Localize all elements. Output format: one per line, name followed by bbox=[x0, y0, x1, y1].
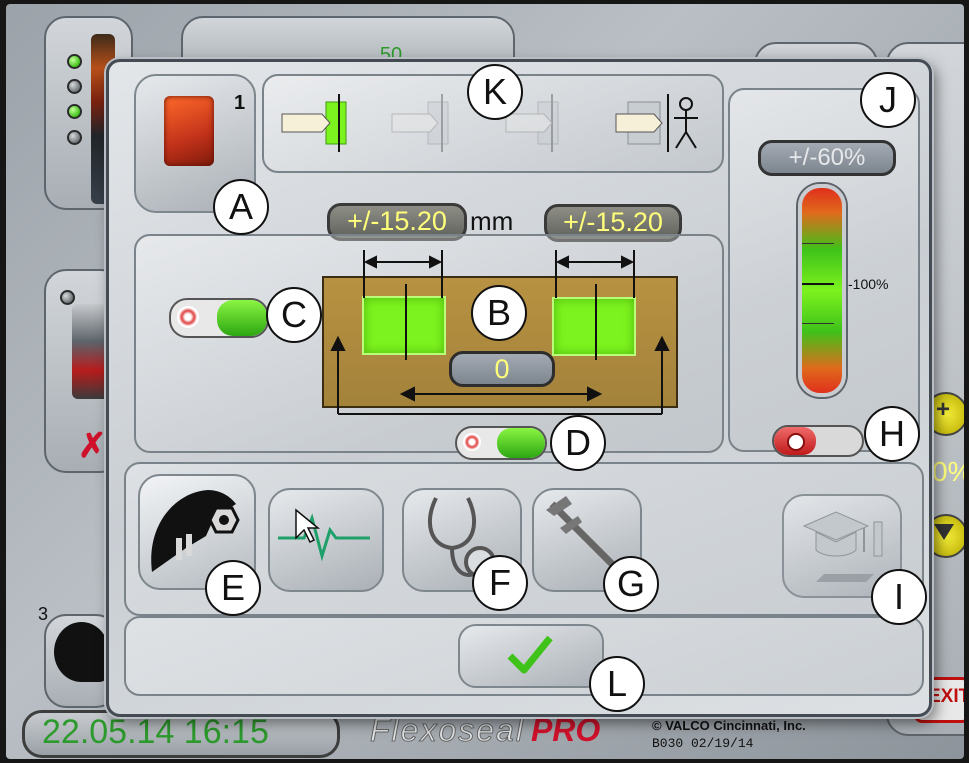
error-x-icon: ✗ bbox=[78, 427, 107, 465]
callout-b: B bbox=[471, 285, 527, 341]
brand-logo: Flexoseal PRO bbox=[370, 712, 640, 749]
toggle-on-indicator bbox=[217, 300, 267, 336]
sensor-number: 1 bbox=[234, 92, 246, 114]
callout-d: D bbox=[550, 415, 606, 471]
copyright: © VALCO Cincinnati, Inc. bbox=[652, 718, 806, 733]
status-lamp bbox=[67, 130, 82, 145]
graduation-cap-icon bbox=[802, 511, 883, 582]
deviation-gauge bbox=[798, 184, 846, 397]
toggle-off-icon bbox=[463, 433, 481, 451]
datetime: 22.05.14 16:15 bbox=[42, 713, 269, 751]
callout-f: F bbox=[472, 555, 528, 611]
percent-range-field[interactable]: +/-60% bbox=[758, 140, 896, 176]
gauge-tick bbox=[802, 283, 834, 285]
status-lamp bbox=[67, 79, 82, 94]
plus-icon: + bbox=[936, 396, 951, 423]
right-percent: 0% bbox=[932, 456, 964, 487]
gauge-toggle-h[interactable] bbox=[772, 425, 864, 457]
chevron-down-icon bbox=[934, 524, 954, 540]
callout-l: L bbox=[589, 656, 645, 712]
mode-icon-operator[interactable] bbox=[615, 94, 698, 152]
pulse-icon bbox=[278, 508, 370, 562]
valve-lamp bbox=[60, 290, 75, 305]
mode-icon-2[interactable] bbox=[391, 94, 449, 152]
gauge-scale-label: -100% bbox=[848, 276, 889, 292]
brand-pro: PRO bbox=[530, 712, 601, 748]
gauge-tick bbox=[802, 323, 834, 324]
brand-name: Flexoseal bbox=[370, 712, 525, 749]
callout-i: I bbox=[871, 569, 927, 625]
mode-icon-sensor-active[interactable] bbox=[281, 94, 347, 152]
status-lamp bbox=[67, 54, 82, 69]
offset-field[interactable]: 0 bbox=[449, 351, 555, 387]
checkmark-icon bbox=[507, 635, 553, 674]
toggle-on-indicator bbox=[497, 428, 545, 458]
version: B030 02/19/14 bbox=[652, 736, 754, 751]
gauge-tick bbox=[802, 243, 834, 244]
exit-label: EXIT bbox=[928, 686, 964, 707]
callout-k: K bbox=[467, 64, 523, 120]
toggle-off-icon bbox=[177, 306, 199, 328]
callout-c: C bbox=[266, 287, 322, 343]
row-number: 3 bbox=[38, 604, 49, 624]
wrench-icon bbox=[54, 622, 109, 682]
status-lamp bbox=[67, 104, 82, 119]
callout-h: H bbox=[864, 406, 920, 462]
callout-g: G bbox=[603, 556, 659, 612]
unit-label: mm bbox=[470, 206, 514, 236]
toggle-off-icon bbox=[787, 433, 805, 451]
callout-e: E bbox=[205, 560, 261, 616]
sensor-icon bbox=[164, 96, 214, 166]
touch-screen: 50 ✗ 3 + 0% EXIT 22.05.14 16:15 Flexosea… bbox=[6, 4, 964, 759]
callout-j: J bbox=[860, 72, 916, 128]
enable-toggle-c[interactable] bbox=[169, 298, 269, 338]
enable-toggle-d[interactable] bbox=[455, 426, 547, 460]
callout-a: A bbox=[213, 179, 269, 235]
